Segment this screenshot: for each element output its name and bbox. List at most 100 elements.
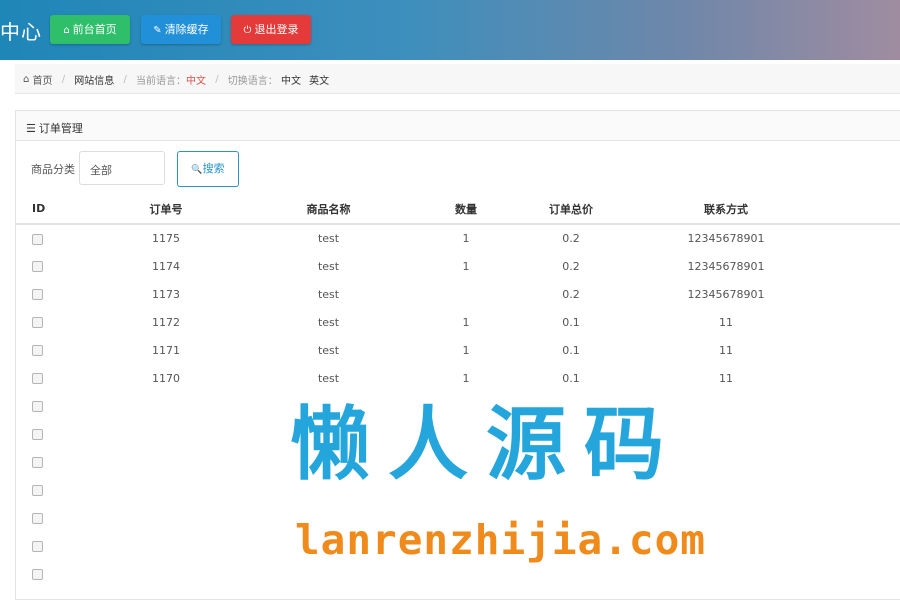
order-number-cell	[76, 476, 256, 504]
order-number-cell	[76, 448, 256, 476]
quantity-cell: 1	[462, 371, 470, 385]
brand-title: 中心	[0, 20, 42, 44]
current-language-label: 当前语言：	[136, 76, 187, 87]
breadcrumb-separator: /	[215, 74, 219, 85]
row-checkbox-cell	[16, 448, 76, 476]
table-row: 1171 test 1 0.1 11	[16, 336, 900, 364]
row-checkbox[interactable]	[32, 317, 43, 328]
clear-cache-label: 清除缓存	[164, 23, 209, 36]
product-name-cell: test	[317, 371, 340, 385]
order-total-cell: 0.1	[562, 371, 580, 385]
switch-language-label: 切换语言：	[227, 76, 278, 87]
row-checkbox-cell	[16, 420, 76, 448]
row-checkbox[interactable]	[32, 513, 43, 524]
order-number-cell: 1170	[152, 371, 180, 385]
category-select[interactable]: 全部	[79, 151, 165, 185]
contact-cell: 12345678901	[687, 287, 765, 301]
spacer-cell	[841, 364, 900, 392]
row-checkbox[interactable]	[32, 485, 43, 496]
row-checkbox-cell	[16, 476, 76, 504]
row-checkbox-cell	[16, 308, 76, 336]
row-checkbox-cell	[16, 560, 76, 588]
language-english-link[interactable]: 英文	[309, 72, 329, 87]
row-checkbox-cell	[16, 504, 76, 532]
column-header-spacer	[841, 194, 900, 225]
row-checkbox[interactable]	[32, 233, 43, 245]
watermark-chinese: 懒人源码	[290, 398, 682, 491]
column-header-order-total[interactable]: 订单总价	[531, 194, 611, 225]
spacer-cell	[841, 280, 900, 308]
order-total-cell: 0.1	[562, 343, 580, 357]
spacer-cell	[841, 504, 900, 532]
row-checkbox-cell	[16, 336, 76, 364]
language-chinese-link[interactable]: 中文	[281, 72, 301, 87]
home-icon: ⌂	[23, 74, 30, 85]
order-number-cell	[76, 392, 256, 420]
frontend-home-button[interactable]: ⌂ 前台首页	[50, 15, 130, 44]
column-header-contact[interactable]: 联系方式	[611, 194, 841, 225]
home-icon: ⌂	[63, 25, 70, 36]
spacer-cell	[841, 532, 900, 560]
row-checkbox[interactable]	[32, 289, 43, 300]
watermark-url: lanrenzhijia.com	[295, 516, 706, 564]
contact-cell: 11	[719, 315, 733, 329]
order-number-cell	[76, 420, 256, 448]
top-header-bar: 中心 ⌂ 前台首页 ✎ 清除缓存 ⏻ 退出登录	[0, 0, 900, 60]
panel-title: 订单管理	[38, 122, 83, 135]
contact-cell: 11	[719, 371, 733, 385]
row-checkbox[interactable]	[32, 541, 43, 552]
order-total-cell: 0.2	[562, 232, 580, 245]
contact-cell	[611, 560, 841, 588]
row-checkbox[interactable]	[32, 373, 43, 384]
filter-bar: 商品分类 全部 🔍搜索	[31, 151, 331, 187]
spacer-cell	[841, 392, 900, 420]
order-number-cell: 1174	[152, 259, 180, 273]
spacer-cell	[841, 336, 900, 364]
row-checkbox[interactable]	[32, 457, 43, 468]
row-checkbox[interactable]	[32, 569, 43, 580]
row-checkbox[interactable]	[32, 429, 43, 440]
table-header-row: ID 订单号 商品名称 数量 订单总价 联系方式	[16, 194, 900, 225]
contact-cell: 12345678901	[687, 232, 765, 245]
product-name-cell: test	[317, 232, 340, 245]
column-header-quantity[interactable]: 数量	[401, 194, 531, 225]
logout-button[interactable]: ⏻ 退出登录	[231, 15, 311, 44]
column-header-order-number[interactable]: 订单号	[76, 194, 256, 225]
search-button[interactable]: 🔍搜索	[177, 151, 239, 187]
current-language-value: 中文	[186, 76, 207, 87]
order-number-cell: 1171	[152, 343, 180, 357]
search-icon: 🔍	[191, 165, 203, 175]
order-number-cell: 1175	[152, 232, 180, 245]
table-row: 1170 test 1 0.1 11	[16, 364, 900, 392]
frontend-home-label: 前台首页	[72, 23, 117, 36]
column-header-product-name[interactable]: 商品名称	[256, 194, 401, 225]
table-row: 1175 test 1 0.2 12345678901	[16, 224, 900, 252]
spacer-cell	[841, 224, 900, 252]
row-checkbox-cell	[16, 280, 76, 308]
category-label: 商品分类	[31, 163, 75, 176]
spacer-cell	[841, 448, 900, 476]
column-header-id[interactable]: ID	[16, 194, 76, 225]
quantity-cell	[401, 280, 531, 308]
spacer-cell	[841, 476, 900, 504]
breadcrumb: ⌂ 首页 / 网站信息 / 当前语言：中文 / 切换语言： 中文 英文	[15, 64, 900, 94]
row-checkbox[interactable]	[32, 345, 43, 356]
clear-cache-button[interactable]: ✎ 清除缓存	[141, 15, 221, 44]
product-name-cell: test	[317, 315, 340, 329]
contact-cell: 12345678901	[687, 259, 765, 273]
spacer-cell	[841, 308, 900, 336]
breadcrumb-home[interactable]: ⌂ 首页	[23, 72, 53, 87]
product-name-cell: test	[317, 259, 340, 273]
breadcrumb-items: ⌂ 首页 / 网站信息 / 当前语言：中文 / 切换语言： 中文 英文	[23, 72, 329, 87]
order-number-cell: 1172	[152, 315, 180, 329]
row-checkbox-cell	[16, 532, 76, 560]
row-checkbox-cell	[16, 392, 76, 420]
breadcrumb-site-info[interactable]: 网站信息	[74, 72, 114, 87]
table-row: 1174 test 1 0.2 12345678901	[16, 252, 900, 280]
list-icon: ☰	[26, 122, 36, 135]
row-checkbox[interactable]	[32, 261, 43, 272]
order-number-cell	[76, 504, 256, 532]
breadcrumb-home-label: 首页	[32, 76, 53, 87]
power-icon: ⏻	[243, 25, 252, 36]
row-checkbox[interactable]	[32, 401, 43, 412]
